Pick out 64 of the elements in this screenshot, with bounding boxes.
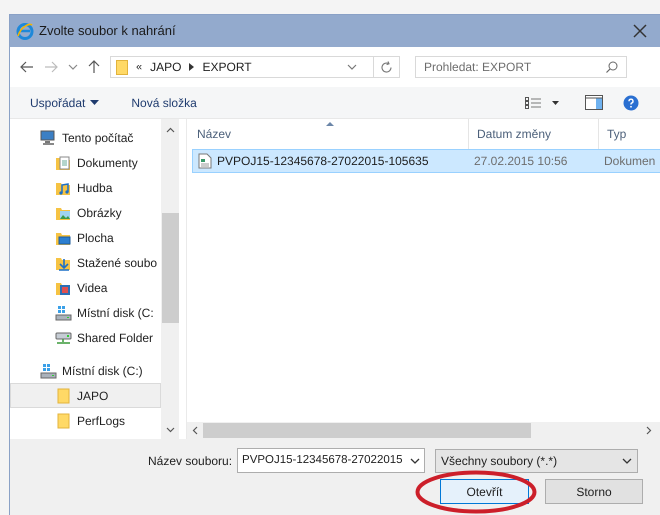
search-field[interactable]: Prohledat: EXPORT bbox=[415, 56, 627, 78]
drive-icon bbox=[55, 304, 72, 320]
sidebar-item[interactable]: Hudba bbox=[10, 175, 161, 200]
document-icon bbox=[198, 153, 212, 169]
search-icon bbox=[606, 61, 618, 73]
close-icon[interactable] bbox=[633, 24, 647, 38]
up-arrow-icon[interactable] bbox=[88, 60, 100, 74]
sidebar-item[interactable]: Místní disk (C: bbox=[10, 300, 161, 325]
sidebar-item[interactable]: Plocha bbox=[10, 225, 161, 250]
file-type-value: Všechny soubory (*.*) bbox=[441, 452, 558, 470]
sidebar-item[interactable]: Dokumenty bbox=[10, 150, 161, 175]
scroll-right-icon[interactable] bbox=[646, 426, 652, 435]
back-arrow-icon[interactable] bbox=[20, 61, 34, 73]
sidebar-item[interactable]: Shared Folder bbox=[10, 325, 161, 350]
sidebar-item[interactable]: Stažené soubo bbox=[10, 250, 161, 275]
breadcrumb-arrow-icon[interactable] bbox=[189, 63, 194, 71]
chevron-down-icon bbox=[410, 458, 420, 464]
file-name-value: PVPOJ15-12345678-27022015 bbox=[242, 452, 404, 468]
scroll-up-icon[interactable] bbox=[166, 127, 174, 133]
preview-pane-icon[interactable] bbox=[585, 95, 603, 110]
scrollbar-thumb[interactable] bbox=[203, 423, 531, 438]
computer-icon bbox=[40, 130, 57, 146]
scroll-down-icon[interactable] bbox=[166, 427, 174, 433]
file-name-combobox[interactable]: PVPOJ15-12345678-27022015 bbox=[237, 448, 426, 473]
dialog-button[interactable]: Storno bbox=[545, 479, 643, 504]
sidebar-item[interactable]: JAPO bbox=[10, 383, 161, 408]
file-type: Dokumen bbox=[604, 153, 656, 170]
folder-icon bbox=[116, 60, 128, 74]
dialog-button[interactable]: Otevřít bbox=[440, 479, 529, 504]
sidebar-item[interactable]: Videa bbox=[10, 275, 161, 300]
folder-icon bbox=[55, 412, 72, 428]
drive-icon bbox=[40, 362, 57, 378]
overflow-chevrons[interactable]: « bbox=[136, 58, 142, 76]
file-name: PVPOJ15-12345678-27022015-105635 bbox=[217, 153, 430, 170]
scrollbar-thumb[interactable] bbox=[162, 213, 178, 323]
file-date: 27.02.2015 10:56 bbox=[474, 153, 568, 170]
sort-arrow-icon bbox=[326, 122, 334, 126]
scroll-left-icon[interactable] bbox=[192, 426, 198, 435]
breadcrumb-item[interactable]: JAPO bbox=[150, 58, 182, 76]
chevron-down-icon bbox=[622, 458, 632, 464]
browser-logo-icon bbox=[16, 22, 34, 40]
new-folder-button[interactable]: Nová složka bbox=[131, 94, 197, 112]
address-bar[interactable]: « JAPO EXPORT bbox=[110, 56, 400, 78]
column-header[interactable]: Typ bbox=[599, 119, 659, 149]
file-name-label: Název souboru: bbox=[148, 452, 232, 470]
chevron-down-icon[interactable] bbox=[347, 64, 357, 70]
sidebar-item[interactable]: Obrázky bbox=[10, 200, 161, 225]
view-options-icon[interactable] bbox=[525, 96, 559, 108]
refresh-icon bbox=[380, 60, 393, 74]
folder-icon bbox=[55, 388, 72, 404]
organize-menu-button[interactable]: Uspořádat bbox=[30, 94, 100, 112]
window-title: Zvolte soubor k nahrání bbox=[39, 22, 176, 40]
sidebar-item[interactable]: Tento počítač bbox=[10, 125, 161, 150]
help-icon[interactable] bbox=[623, 94, 639, 110]
documents-folder-icon bbox=[55, 154, 72, 170]
search-placeholder: Prohledat: EXPORT bbox=[424, 59, 532, 76]
chevron-down-icon[interactable] bbox=[68, 64, 78, 70]
file-type-dropdown[interactable]: Všechny soubory (*.*) bbox=[435, 448, 638, 472]
caret-icon bbox=[90, 100, 100, 105]
sidebar-item[interactable]: PerfLogs bbox=[10, 408, 161, 433]
file-row[interactable]: PVPOJ15-12345678-27022015-105635 27.02.2015 10:56 Dokumen bbox=[192, 149, 660, 173]
breadcrumb-item[interactable]: EXPORT bbox=[202, 58, 252, 76]
sidebar-item[interactable]: Místní disk (C:) bbox=[10, 358, 161, 383]
network-drive-icon bbox=[55, 330, 72, 346]
